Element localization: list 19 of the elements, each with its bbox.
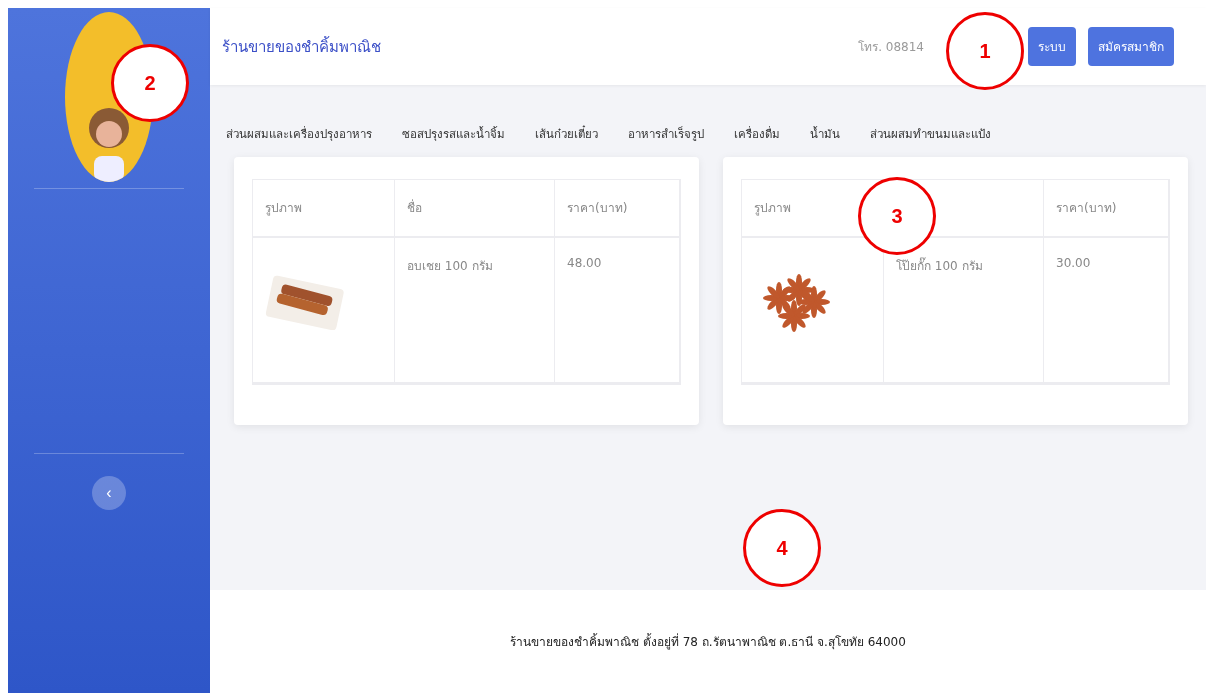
column-header: ชื่อ: [395, 180, 555, 238]
table-cell: 30.00: [1044, 238, 1169, 384]
table-cell: 48.00: [555, 238, 680, 384]
category-link[interactable]: เครื่องดื่ม: [734, 125, 780, 143]
category-link[interactable]: อาหารสำเร็จรูป: [628, 125, 704, 143]
category-link[interactable]: ซอสปรุงรสและน้ำจิ้ม: [402, 125, 505, 143]
footer-address: ร้านขายของชำคิ้มพาณิช ตั้งอยู่ที่ 78 ถ.รัตนาพาณิช ต.ธานี จ.สุโขทัย 64000: [510, 632, 906, 651]
category-link[interactable]: ส่วนผสมและเครื่องปรุงอาหาร: [226, 125, 372, 143]
login-button[interactable]: ระบบ: [1028, 27, 1076, 66]
category-link[interactable]: น้ำมัน: [810, 125, 840, 143]
category-link[interactable]: เส้นก๋วยเตี๋ยว: [535, 125, 598, 143]
category-link[interactable]: ส่วนผสมทำขนมและแป้ง: [870, 125, 991, 143]
column-header: ราคา(บาท): [1044, 180, 1169, 238]
table-cell: อบเชย 100 กรัม: [395, 238, 555, 384]
register-button[interactable]: สมัครสมาชิก: [1088, 27, 1174, 66]
column-header: ราคา(บาท): [555, 180, 680, 238]
shop-name: ร้านขายของชำคิ้มพาณิช: [222, 35, 381, 58]
column-header: รูปภาพ: [253, 180, 395, 238]
phone-number: โทร. 08814: [858, 39, 924, 56]
